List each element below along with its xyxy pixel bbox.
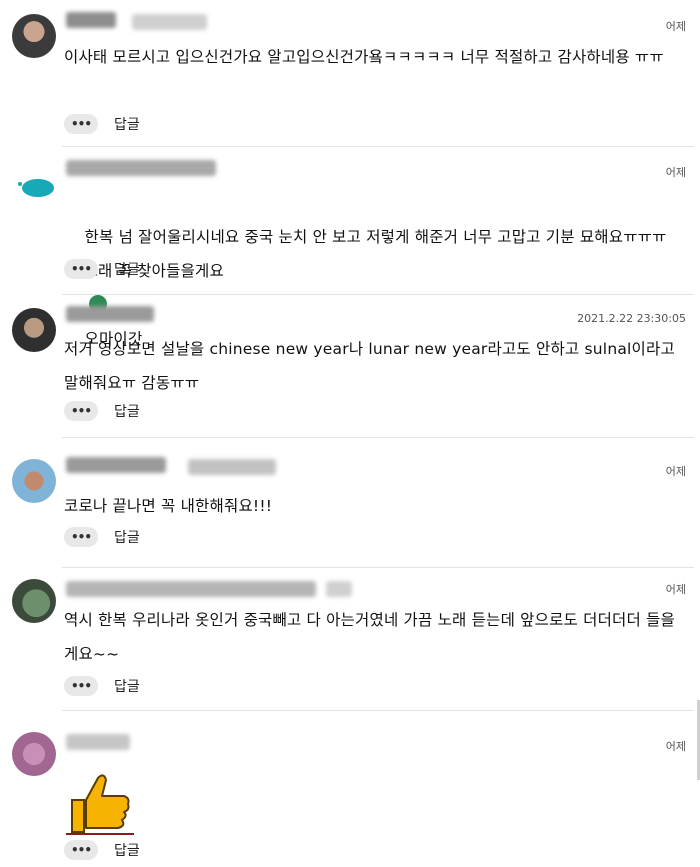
more-options-button[interactable]: ••• xyxy=(64,676,98,696)
avatar[interactable] xyxy=(12,579,56,623)
reply-row: ••• 답글 xyxy=(64,398,140,424)
reply-button[interactable]: 답글 xyxy=(114,114,140,134)
username-blurred-2 xyxy=(326,581,352,597)
comment-text: 이사태 모르시고 입으신건가요 알고입으신건가욬ㅋㅋㅋㅋㅋ 너무 적절하고 감사… xyxy=(64,48,664,66)
username-blurred[interactable] xyxy=(66,160,216,176)
comment-item: 어제 ••• 답글 xyxy=(0,710,700,867)
reply-row: ••• 답글 xyxy=(64,837,140,863)
username-blurred[interactable] xyxy=(66,581,316,597)
reply-button[interactable]: 답글 xyxy=(114,527,140,547)
comment-time: 어제 xyxy=(665,740,686,753)
username-blurred-2 xyxy=(188,459,276,475)
reply-button[interactable]: 답글 xyxy=(114,401,140,421)
comment-item: 어제 역시 한복 우리나라 옷인거 중국빼고 다 아는거였네 가끔 노래 듣는데… xyxy=(0,567,700,710)
comment-text: 코로나 끝나면 꼭 내한해줘요!!! xyxy=(64,497,273,515)
more-options-button[interactable]: ••• xyxy=(64,259,98,279)
username-blurred[interactable] xyxy=(66,306,154,322)
reply-row: ••• 답글 xyxy=(64,111,140,137)
bird-avatar-icon xyxy=(18,179,54,197)
comment-item: 2021.2.22 23:30:05 저거 영상보면 설날을 chinese n… xyxy=(0,294,700,437)
username-blurred[interactable] xyxy=(66,457,166,473)
username-blurred[interactable] xyxy=(66,12,116,28)
comment-item: 어제 이사태 모르시고 입으신건가요 알고입으신건가욬ㅋㅋㅋㅋㅋ 너무 적절하고… xyxy=(0,0,700,145)
reply-row: ••• 답글 xyxy=(64,524,140,550)
comment-time: 2021.2.22 23:30:05 xyxy=(577,312,686,325)
more-options-button[interactable]: ••• xyxy=(64,114,98,134)
reply-row: ••• 답글 xyxy=(64,256,140,282)
avatar[interactable] xyxy=(12,732,56,776)
comment-time: 어제 xyxy=(665,20,686,33)
reply-button[interactable]: 답글 xyxy=(114,676,140,696)
thumbs-up-sticker-icon xyxy=(66,770,134,836)
avatar[interactable] xyxy=(12,14,56,58)
reply-button[interactable]: 답글 xyxy=(114,259,140,279)
avatar[interactable] xyxy=(12,308,56,352)
comment-text-main: 한복 넘 잘어울리시네요 중국 눈치 안 보고 저렇게 해준거 너무 고맙고 기… xyxy=(64,228,667,280)
comment-time: 어제 xyxy=(665,166,686,179)
comment-time: 어제 xyxy=(665,465,686,478)
reply-row: ••• 답글 xyxy=(64,673,140,699)
avatar[interactable] xyxy=(12,459,56,503)
more-options-button[interactable]: ••• xyxy=(64,401,98,421)
more-options-button[interactable]: ••• xyxy=(64,840,98,860)
comment-item: 어제 코로나 끝나면 꼭 내한해줘요!!! ••• 답글 xyxy=(0,437,700,567)
comment-text: 역시 한복 우리나라 옷인거 중국빼고 다 아는거였네 가끔 노래 듣는데 앞으… xyxy=(64,611,676,663)
avatar[interactable] xyxy=(12,164,56,208)
reply-button[interactable]: 답글 xyxy=(114,840,140,860)
comment-text: 저거 영상보면 설날을 chinese new year나 lunar new … xyxy=(64,340,681,392)
comment-time: 어제 xyxy=(665,583,686,596)
comment-item: 어제 한복 넘 잘어울리시네요 중국 눈치 안 보고 저렇게 해준거 너무 고맙… xyxy=(0,146,700,348)
username-blurred-2 xyxy=(132,14,207,30)
username-blurred[interactable] xyxy=(66,734,130,750)
more-options-button[interactable]: ••• xyxy=(64,527,98,547)
